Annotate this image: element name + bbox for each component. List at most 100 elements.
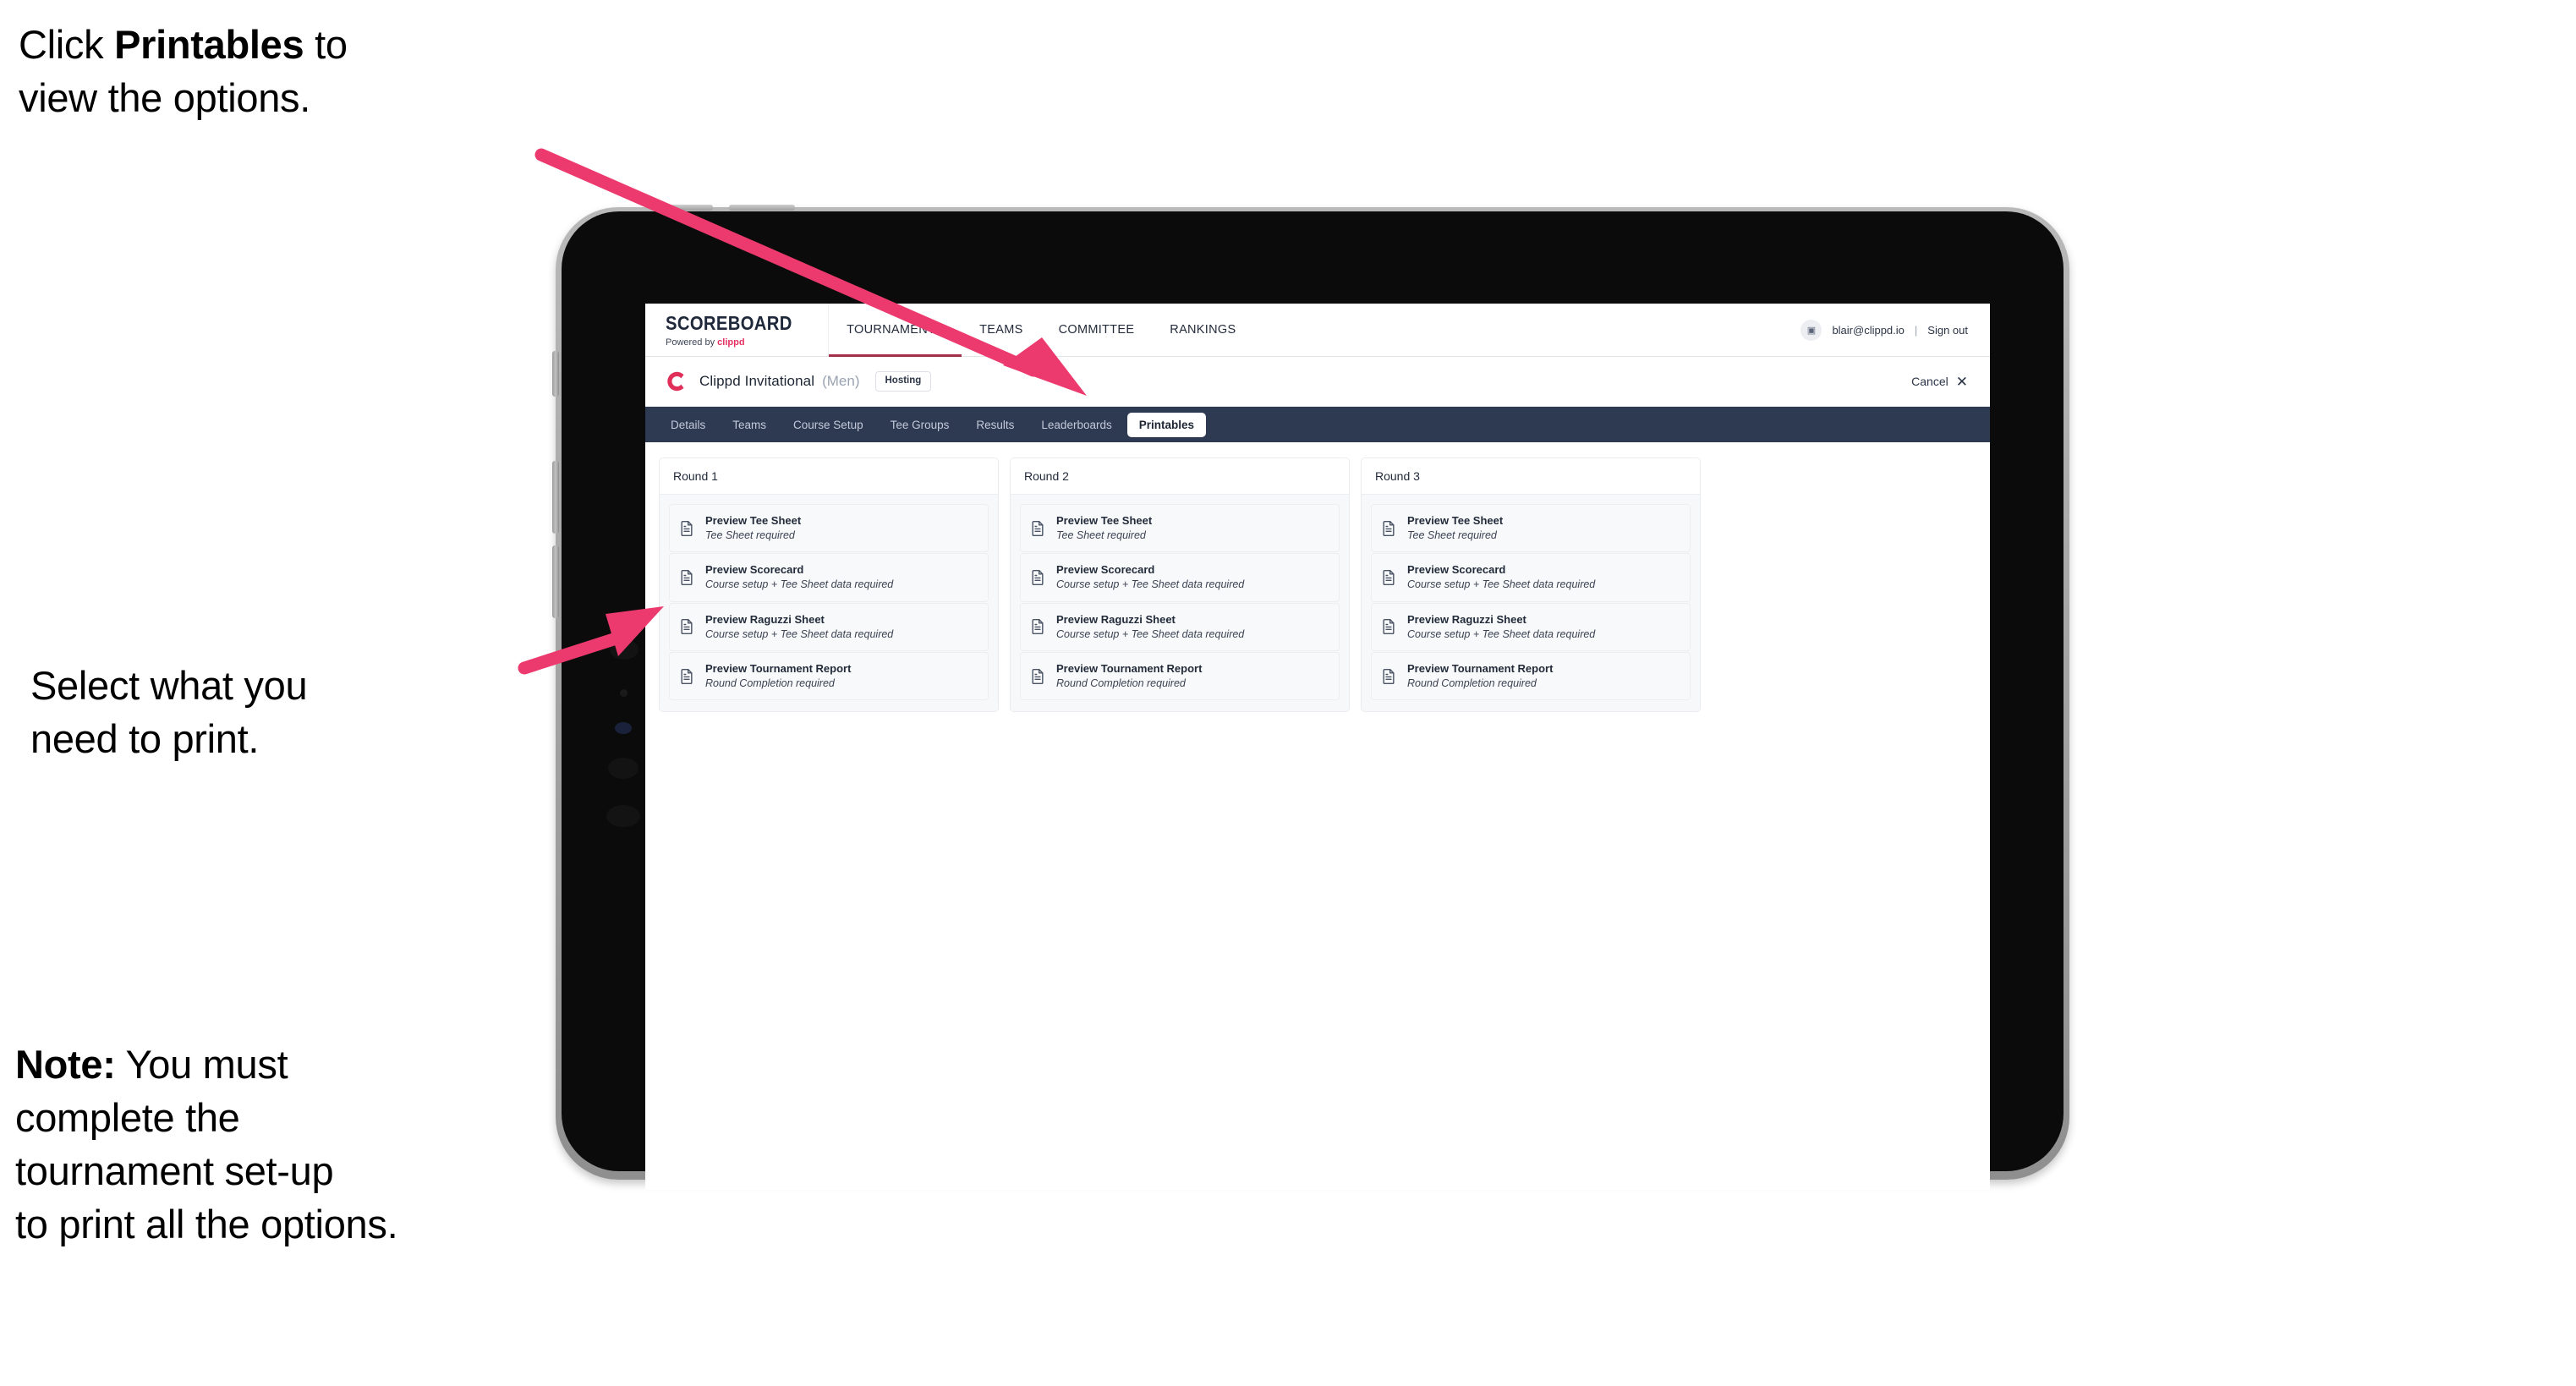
document-icon <box>681 668 693 684</box>
printable-raguzzi-sheet[interactable]: Preview Raguzzi Sheet Course setup + Tee… <box>1020 602 1340 651</box>
volume-up-button[interactable] <box>552 461 559 534</box>
printable-tee-sheet[interactable]: Preview Tee Sheet Tee Sheet required <box>1020 504 1340 553</box>
powered-by-prefix: Powered by <box>666 337 718 348</box>
cancel-button[interactable]: Cancel ✕ <box>1911 375 1968 389</box>
power-button[interactable] <box>552 351 559 397</box>
tab-printables[interactable]: Printables <box>1126 412 1207 437</box>
printable-requirement: Tee Sheet required <box>1407 529 1497 541</box>
printable-raguzzi-sheet[interactable]: Preview Raguzzi Sheet Course setup + Tee… <box>1371 602 1691 651</box>
tablet-antenna-line-2 <box>729 205 795 211</box>
tab-tee-groups[interactable]: Tee Groups <box>879 413 962 437</box>
volume-down-button[interactable] <box>552 545 559 618</box>
document-icon <box>1383 619 1395 635</box>
tablet-antenna-line-1 <box>666 205 713 211</box>
printable-title: Preview Tournament Report <box>1407 661 1554 675</box>
document-icon <box>1032 668 1044 684</box>
status-badge: Hosting <box>874 371 932 392</box>
printable-texts: Preview Tee Sheet Tee Sheet required <box>1056 514 1153 541</box>
app-screen: SCOREBOARD Powered by clippd TOURNAMENTS… <box>645 304 1990 1190</box>
user-email: blair@clippd.io <box>1832 323 1905 337</box>
sign-out-link[interactable]: Sign out <box>1927 324 1968 337</box>
printable-tournament-report[interactable]: Preview Tournament Report Round Completi… <box>669 651 989 701</box>
clippd-c-logo <box>666 370 688 392</box>
printable-scorecard[interactable]: Preview Scorecard Course setup + Tee She… <box>669 553 989 602</box>
printable-requirement: Course setup + Tee Sheet data required <box>705 627 894 640</box>
clippd-brandmark: clippd <box>717 337 745 348</box>
printable-tournament-report[interactable]: Preview Tournament Report Round Completi… <box>1020 651 1340 701</box>
document-icon <box>681 520 693 536</box>
printable-requirement: Round Completion required <box>1056 677 1186 689</box>
printable-requirement: Course setup + Tee Sheet data required <box>1407 627 1596 640</box>
annotation-click-printables: Click Printables to view the options. <box>19 22 348 120</box>
tab-details[interactable]: Details <box>659 413 717 437</box>
round-items: Preview Tee Sheet Tee Sheet required Pre… <box>660 495 998 712</box>
printable-title: Preview Scorecard <box>1407 563 1506 577</box>
document-icon <box>1383 569 1395 586</box>
printable-texts: Preview Scorecard Course setup + Tee She… <box>1056 563 1244 590</box>
round-title: Round 2 <box>1011 458 1349 495</box>
nav-tournaments[interactable]: TOURNAMENTS <box>829 304 962 357</box>
printable-tee-sheet[interactable]: Preview Tee Sheet Tee Sheet required <box>1371 504 1691 553</box>
tournament-gender: (Men) <box>822 373 860 389</box>
round-column: Round 3 Preview Tee Sheet Tee Sheet requ… <box>1361 457 1701 713</box>
printable-scorecard[interactable]: Preview Scorecard Course setup + Tee She… <box>1371 553 1691 602</box>
tab-leaderboards[interactable]: Leaderboards <box>1029 413 1123 437</box>
annotation-select-print: Select what you need to print. <box>30 663 308 761</box>
avatar[interactable]: ▣ <box>1800 319 1822 341</box>
printable-scorecard[interactable]: Preview Scorecard Course setup + Tee She… <box>1020 553 1340 602</box>
printable-texts: Preview Scorecard Course setup + Tee She… <box>705 563 893 590</box>
printable-texts: Preview Raguzzi Sheet Course setup + Tee… <box>1407 612 1596 640</box>
round-title: Round 1 <box>660 458 998 495</box>
printable-title: Preview Tournament Report <box>705 661 852 675</box>
nav-rankings[interactable]: RANKINGS <box>1152 304 1253 356</box>
top-navigation-bar: SCOREBOARD Powered by clippd TOURNAMENTS… <box>645 304 1990 357</box>
tablet-device: SCOREBOARD Powered by clippd TOURNAMENTS… <box>552 205 2069 1190</box>
printable-title: Preview Tee Sheet <box>1056 514 1153 527</box>
tab-teams[interactable]: Teams <box>721 413 778 437</box>
round-column: Round 2 Preview Tee Sheet Tee Sheet requ… <box>1010 457 1350 713</box>
document-icon <box>1383 520 1395 536</box>
printable-title: Preview Raguzzi Sheet <box>705 612 825 626</box>
close-icon: ✕ <box>1955 373 1968 390</box>
printable-requirement: Tee Sheet required <box>1056 529 1146 541</box>
document-icon <box>681 619 693 635</box>
printable-title: Preview Raguzzi Sheet <box>1056 612 1176 626</box>
printable-title: Preview Scorecard <box>1056 563 1155 577</box>
document-icon <box>1032 619 1044 635</box>
printable-requirement: Tee Sheet required <box>705 529 795 541</box>
powered-by-label: Powered by clippd <box>666 337 809 348</box>
printable-texts: Preview Tee Sheet Tee Sheet required <box>705 514 801 541</box>
printable-raguzzi-sheet[interactable]: Preview Raguzzi Sheet Course setup + Tee… <box>669 602 989 651</box>
separator: | <box>1914 323 1918 337</box>
document-icon <box>1383 668 1395 684</box>
printable-title: Preview Raguzzi Sheet <box>1407 612 1526 626</box>
printable-tournament-report[interactable]: Preview Tournament Report Round Completi… <box>1371 651 1691 701</box>
printable-texts: Preview Tournament Report Round Completi… <box>705 661 852 689</box>
tournament-tabs: Details Teams Course Setup Tee Groups Re… <box>645 407 1990 442</box>
round-items: Preview Tee Sheet Tee Sheet required Pre… <box>1362 495 1700 712</box>
nav-committee[interactable]: COMMITTEE <box>1041 304 1153 356</box>
printable-texts: Preview Tee Sheet Tee Sheet required <box>1407 514 1504 541</box>
printable-texts: Preview Tournament Report Round Completi… <box>1056 662 1202 689</box>
tournament-header: Clippd Invitational (Men) Hosting Cancel… <box>645 357 1990 407</box>
nav-teams[interactable]: TEAMS <box>962 304 1040 356</box>
tab-results[interactable]: Results <box>964 413 1026 437</box>
round-column: Round 1 Preview Tee Sheet Tee Sheet requ… <box>659 457 999 713</box>
tab-course-setup[interactable]: Course Setup <box>781 413 875 437</box>
printable-tee-sheet[interactable]: Preview Tee Sheet Tee Sheet required <box>669 504 989 553</box>
scoreboard-logo[interactable]: SCOREBOARD Powered by clippd <box>645 304 830 356</box>
camera-lens <box>615 722 632 734</box>
printable-requirement: Course setup + Tee Sheet data required <box>1407 578 1596 591</box>
speaker-dot <box>610 639 639 660</box>
document-icon <box>681 569 693 586</box>
printable-requirement: Course setup + Tee Sheet data required <box>1056 627 1245 640</box>
primary-nav: TOURNAMENTS TEAMS COMMITTEE RANKINGS <box>829 304 1253 357</box>
printable-texts: Preview Scorecard Course setup + Tee She… <box>1407 563 1596 591</box>
printable-texts: Preview Raguzzi Sheet Course setup + Tee… <box>705 612 894 640</box>
tournament-name: Clippd Invitational <box>699 373 815 389</box>
speaker-dot <box>606 805 640 827</box>
document-icon <box>1032 520 1044 536</box>
printable-title: Preview Tee Sheet <box>1407 514 1504 527</box>
printable-requirement: Round Completion required <box>705 677 835 689</box>
document-icon <box>1032 569 1044 586</box>
